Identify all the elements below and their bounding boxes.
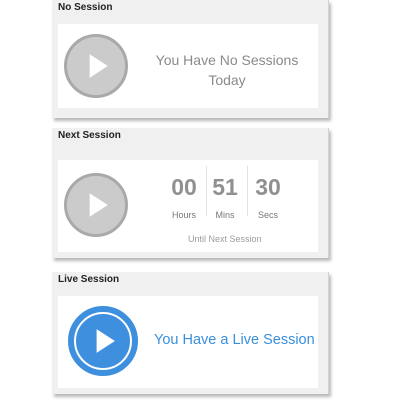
play-button[interactable] — [64, 173, 128, 237]
secs-value: 30 — [255, 174, 281, 200]
mins-label: Mins — [215, 210, 235, 220]
no-session-panel: No Session You Have No Sessions Today — [52, 0, 329, 118]
play-icon — [96, 329, 115, 353]
no-session-title: No Session — [58, 2, 113, 13]
mins-value: 51 — [212, 174, 238, 200]
play-icon — [89, 54, 108, 78]
no-session-message: You Have No Sessions Today — [142, 50, 312, 90]
live-session-title: Live Session — [58, 274, 120, 285]
live-play-button[interactable] — [68, 306, 138, 376]
no-session-message-line2: Today — [208, 72, 246, 88]
live-session-panel: Live Session You Have a Live Session — [52, 272, 329, 394]
next-session-card: 00 51 30 Hours Mins Secs Until Next Sess… — [58, 160, 318, 252]
play-icon — [89, 193, 108, 217]
hours-label: Hours — [171, 210, 196, 220]
hours-value: 00 — [171, 174, 197, 200]
secs-label: Secs — [257, 210, 278, 220]
no-session-message-line1: You Have No Sessions — [155, 52, 299, 68]
play-button[interactable] — [64, 34, 128, 98]
until-next-session-text: Until Next Session — [188, 234, 262, 244]
no-session-card: You Have No Sessions Today — [58, 24, 318, 108]
live-session-message[interactable]: You Have a Live Session — [154, 332, 315, 348]
timer-divider — [206, 166, 207, 216]
timer-divider — [247, 166, 248, 216]
next-session-title: Next Session — [58, 130, 121, 141]
live-session-card: You Have a Live Session — [58, 296, 318, 388]
next-session-panel: Next Session 00 51 30 Hours Mins Secs Un… — [52, 128, 329, 258]
